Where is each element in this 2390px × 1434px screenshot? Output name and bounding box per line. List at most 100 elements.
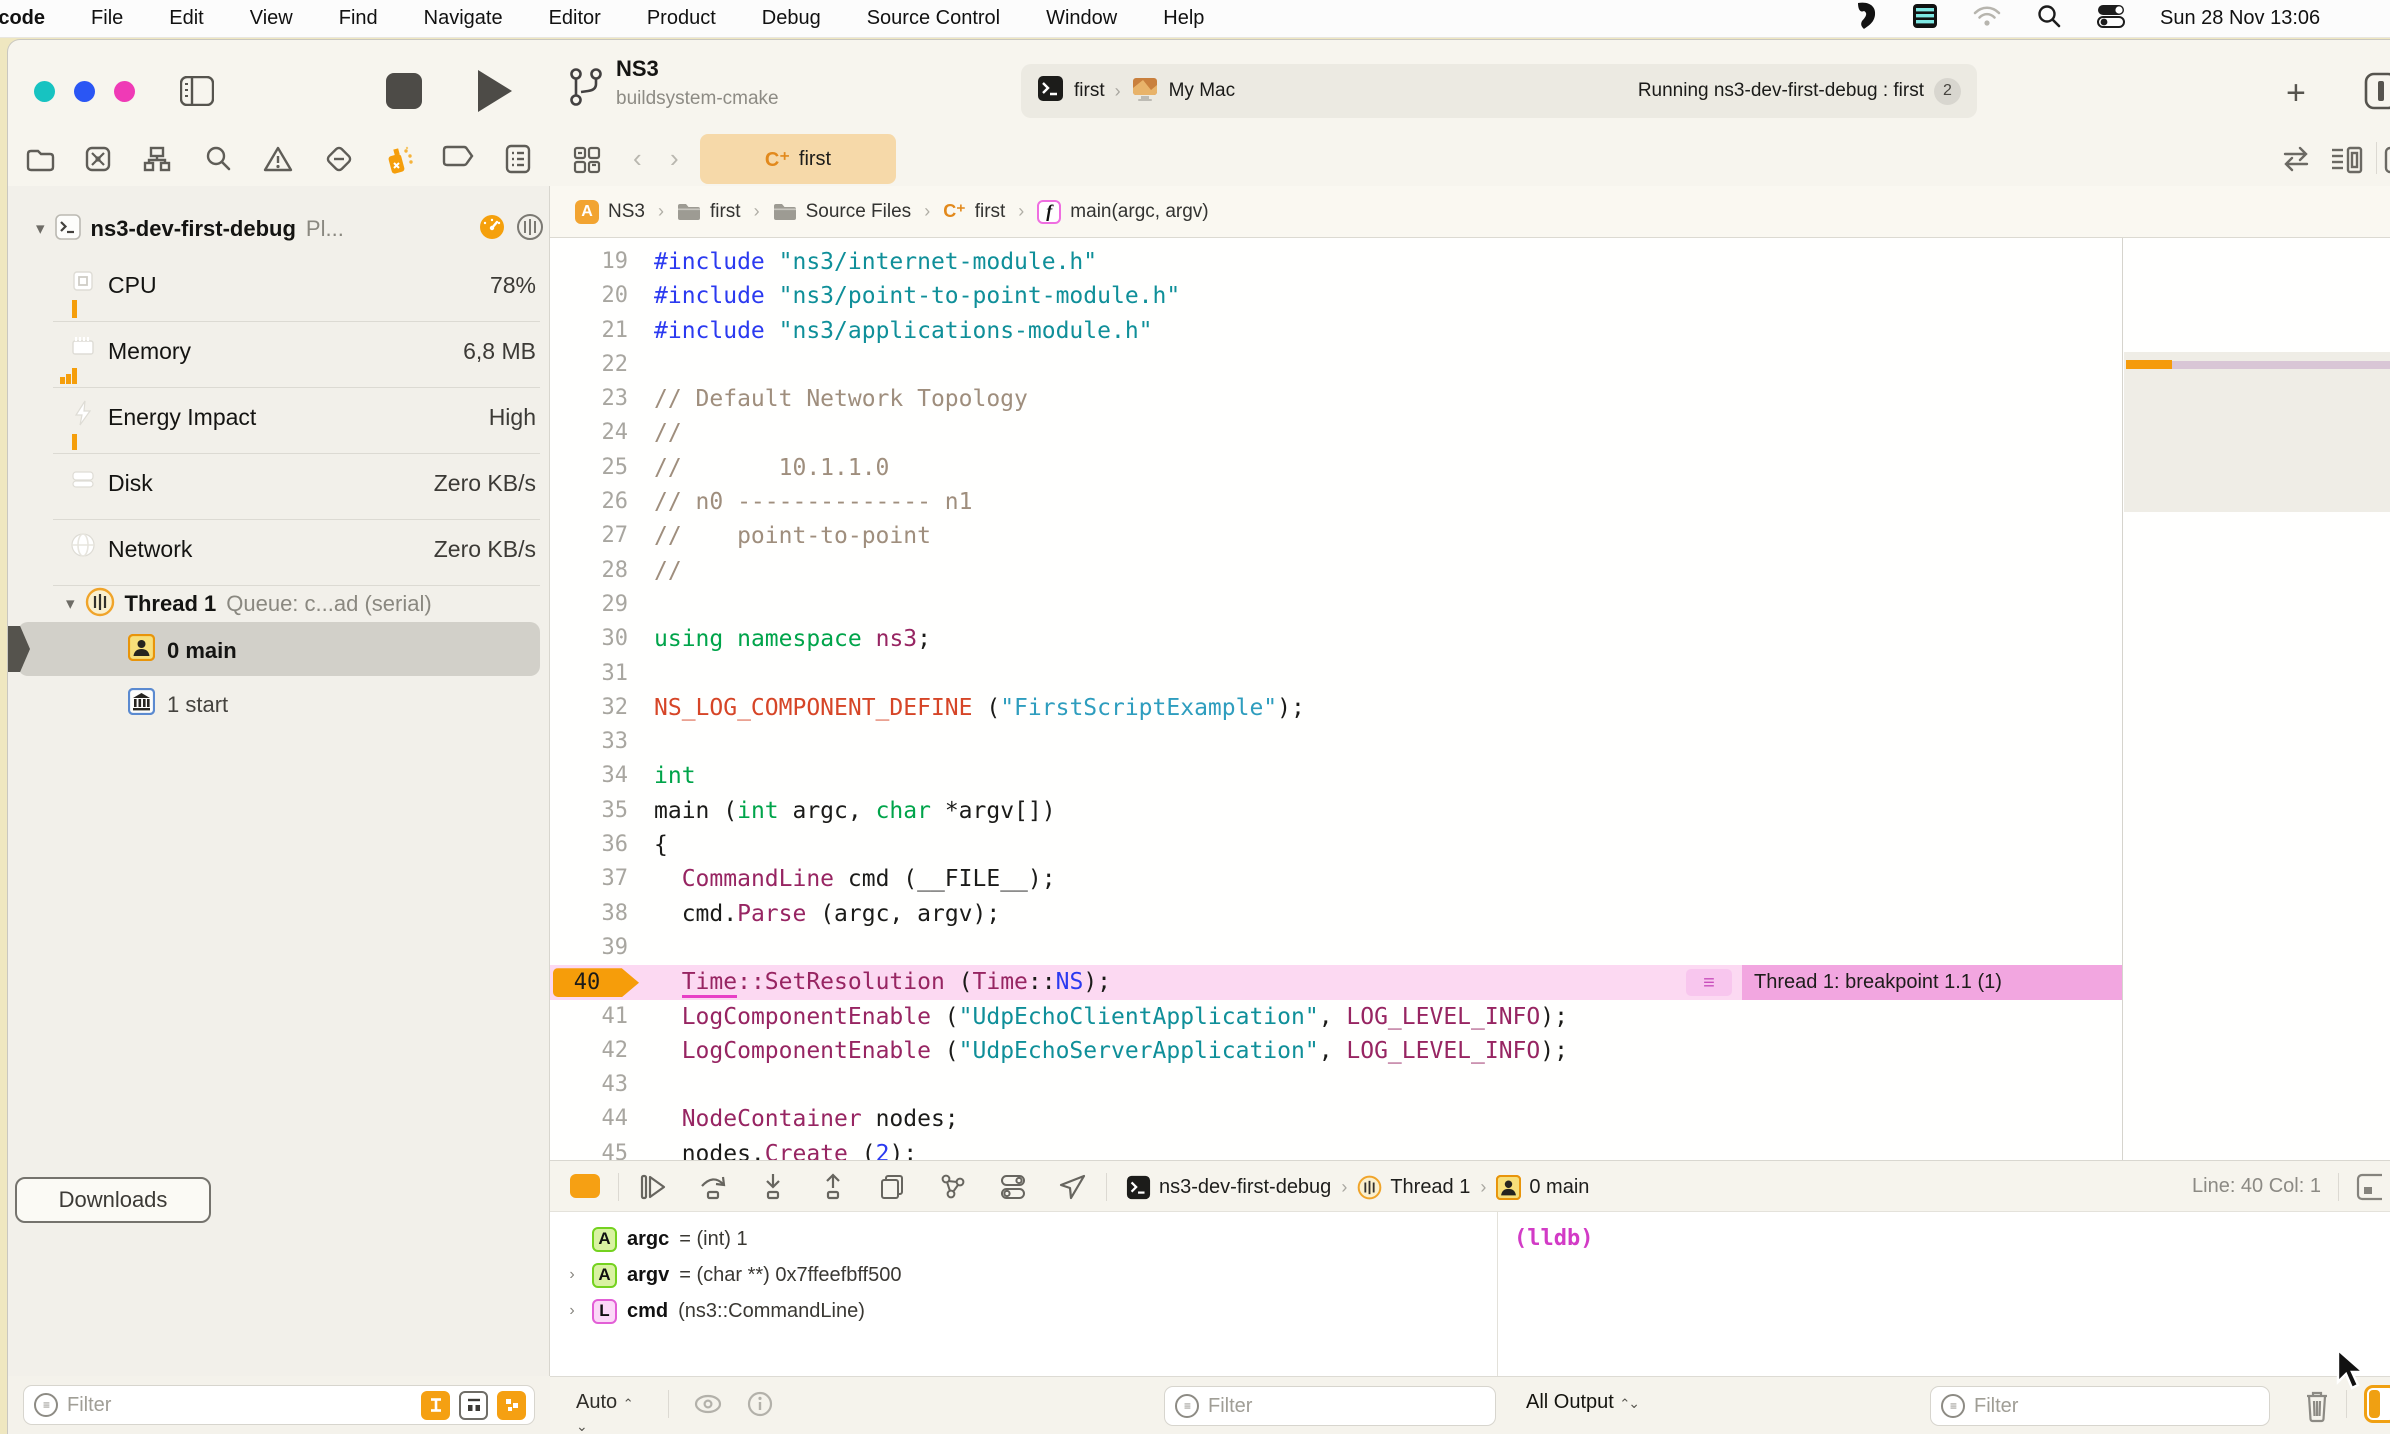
code-line-43[interactable]: 43	[550, 1068, 2122, 1102]
gauge-disk[interactable]: Disk Zero KB/s	[8, 454, 550, 520]
gauge-network[interactable]: Network Zero KB/s	[8, 520, 550, 586]
control-center-icon[interactable]	[2096, 3, 2126, 34]
menu-help[interactable]: Help	[1140, 7, 1227, 30]
thread-row[interactable]: ▾ Thread 1 Queue: c...ad (serial)	[8, 582, 550, 626]
variable-row-argv[interactable]: › Aargv = (char **) 0x7ffeefbff500	[550, 1258, 901, 1292]
line-number[interactable]: 34	[550, 759, 629, 793]
minimize-window-button[interactable]	[74, 81, 95, 102]
scheme-target[interactable]: first	[1074, 80, 1105, 102]
line-number[interactable]: 26	[550, 485, 629, 519]
code-line-33[interactable]: 33	[550, 725, 2122, 759]
line-number[interactable]: 37	[550, 862, 629, 896]
line-number[interactable]: 43	[550, 1068, 629, 1102]
jumpbar-item-1[interactable]: first	[677, 201, 741, 223]
info-icon[interactable]	[746, 1390, 774, 1423]
line-number[interactable]: 33	[550, 725, 629, 759]
simulate-location-button[interactable]	[1058, 1172, 1088, 1202]
line-number[interactable]: 29	[550, 588, 629, 622]
code-line-36[interactable]: 36{	[550, 828, 2122, 862]
code-line-24[interactable]: 24//	[550, 416, 2122, 450]
add-editor-plus-icon[interactable]: +	[2286, 74, 2306, 113]
stack-frame-1-start[interactable]: 1 start	[127, 687, 228, 721]
input-source-icon[interactable]	[1912, 3, 1938, 34]
line-number[interactable]: 30	[550, 622, 629, 656]
code-line-30[interactable]: 30 using namespace ns3;	[550, 622, 2122, 656]
issue-navigator-icon[interactable]	[262, 143, 294, 175]
code-line-26[interactable]: 26// n0 -------------- n1	[550, 485, 2122, 519]
line-number[interactable]: 24	[550, 416, 629, 450]
scheme-device[interactable]: My Mac	[1169, 80, 1236, 102]
variables-filter-field[interactable]: ≡ Filter	[1164, 1386, 1496, 1426]
navigator-toggle-icon[interactable]	[179, 75, 215, 111]
step-into-button[interactable]	[758, 1172, 788, 1202]
library-icon[interactable]	[2364, 72, 2390, 115]
code-line-19[interactable]: 19 #include "ns3/internet-module.h"	[550, 245, 2122, 279]
jumpbar-item-3[interactable]: C⁺ first	[943, 201, 1005, 223]
memory-graph-button[interactable]	[938, 1172, 968, 1202]
code-line-20[interactable]: 20 #include "ns3/point-to-point-module.h"	[550, 279, 2122, 313]
code-line-27[interactable]: 27// point-to-point	[550, 519, 2122, 553]
close-window-button[interactable]	[34, 81, 55, 102]
back-button[interactable]: ‹	[633, 143, 642, 174]
threads-view-icon[interactable]	[516, 213, 544, 246]
add-editor-icon[interactable]	[2384, 144, 2390, 181]
variable-row-argc[interactable]: Aargc = (int) 1	[550, 1222, 748, 1256]
jumpbar-item-2[interactable]: Source Files	[773, 201, 911, 223]
line-number[interactable]: 27	[550, 519, 629, 553]
stop-button[interactable]	[386, 73, 422, 109]
line-number[interactable]: 36	[550, 828, 629, 862]
filter-crash-button[interactable]	[497, 1390, 526, 1420]
debug-crumb-0[interactable]: ns3-dev-first-debug	[1126, 1175, 1331, 1200]
menu-file[interactable]: File	[68, 7, 146, 30]
variable-row-cmd[interactable]: › Lcmd (ns3::CommandLine)	[550, 1294, 865, 1328]
code-line-42[interactable]: 42 LogComponentEnable ("UdpEchoServerApp…	[550, 1034, 2122, 1068]
environment-overrides-button[interactable]	[998, 1172, 1028, 1202]
step-out-button[interactable]	[818, 1172, 848, 1202]
menu-clock[interactable]: Sun 28 Nov 13:06	[2160, 7, 2390, 30]
line-number[interactable]: 32	[550, 691, 629, 725]
menu-xcode[interactable]: Xcode	[0, 7, 68, 30]
adjust-editor-icon[interactable]	[2356, 1173, 2390, 1208]
step-over-button[interactable]	[698, 1172, 728, 1202]
line-number[interactable]: 44	[550, 1102, 629, 1136]
code-line-39[interactable]: 39	[550, 931, 2122, 965]
line-number[interactable]: 45	[550, 1137, 629, 1160]
code-line-37[interactable]: 37 CommandLine cmd (__FILE__);	[550, 862, 2122, 896]
code-line-41[interactable]: 41 LogComponentEnable ("UdpEchoClientApp…	[550, 1000, 2122, 1034]
debug-crumb-2[interactable]: 0 main	[1496, 1174, 1589, 1200]
code-line-35[interactable]: 35 main (int argc, char *argv[])	[550, 794, 2122, 828]
scheme-selector[interactable]: first › My Mac Running ns3-dev-first-deb…	[1021, 64, 1977, 118]
menu-edit[interactable]: Edit	[146, 7, 226, 30]
chevron-down-icon[interactable]: ▾	[36, 219, 45, 239]
code-line-34[interactable]: 34 int	[550, 759, 2122, 793]
continue-button[interactable]	[638, 1172, 668, 1202]
tab-first[interactable]: C⁺ first	[700, 134, 896, 184]
quicklook-icon[interactable]	[692, 1390, 724, 1423]
code-line-31[interactable]: 31	[550, 657, 2122, 691]
line-number[interactable]: 38	[550, 897, 629, 931]
filter-view-button[interactable]	[459, 1390, 488, 1420]
editor-options-icon[interactable]	[2329, 144, 2365, 181]
variables-scope-selector[interactable]: Auto ⌃ ⌄	[576, 1391, 634, 1434]
selected-frame-highlight[interactable]	[18, 622, 540, 676]
spotlight-icon[interactable]	[2036, 3, 2062, 34]
line-number[interactable]: 39	[550, 931, 629, 965]
tab-overview-icon[interactable]	[571, 144, 603, 181]
jump-bar[interactable]: A NS3 › first › Source Files › C⁺ first › f main(ar…	[550, 186, 2390, 238]
menu-navigate[interactable]: Navigate	[401, 7, 526, 30]
line-number[interactable]: 19	[550, 245, 629, 279]
code-line-38[interactable]: 38 cmd.Parse (argc, argv);	[550, 897, 2122, 931]
line-number[interactable]: 31	[550, 657, 629, 691]
menu-product[interactable]: Product	[624, 7, 739, 30]
code-line-44[interactable]: 44 NodeContainer nodes;	[550, 1102, 2122, 1136]
gauge-icon[interactable]	[478, 213, 506, 246]
filter-flag-button[interactable]	[421, 1390, 450, 1420]
line-number[interactable]: 21	[550, 314, 629, 348]
debug-breadcrumb[interactable]: ns3-dev-first-debug › Thread 1 › 0 main	[1126, 1161, 1589, 1213]
report-navigator-icon[interactable]	[503, 143, 535, 175]
disclosure-chevron-icon[interactable]: ›	[562, 1302, 582, 1320]
find-navigator-icon[interactable]	[202, 143, 234, 175]
chevron-down-icon[interactable]: ▾	[66, 594, 75, 614]
notability-icon[interactable]	[1854, 1, 1878, 36]
downloads-button[interactable]: Downloads	[15, 1177, 211, 1223]
